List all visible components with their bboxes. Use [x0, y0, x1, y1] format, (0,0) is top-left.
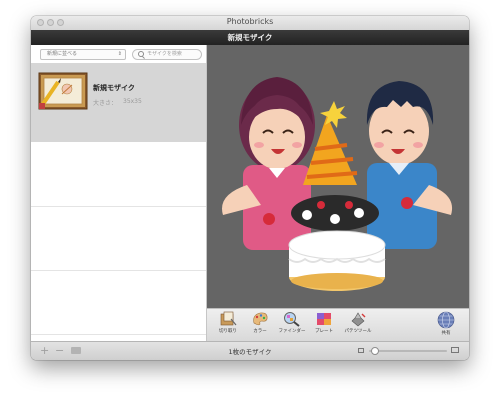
status-bar: + − 1枚のモザイク — [31, 341, 469, 360]
list-divider — [31, 270, 206, 271]
zoom-slider[interactable] — [369, 347, 447, 355]
sort-select-label: 新規に並べる — [47, 51, 78, 57]
search-placeholder: モザイクを検索 — [147, 51, 182, 57]
patch-tool-icon — [351, 312, 366, 327]
crop-icon — [220, 311, 237, 326]
chevron-updown-icon: ⇕ — [117, 51, 122, 57]
window-title: Photobricks — [226, 17, 274, 26]
list-divider — [31, 206, 206, 207]
share-globe-icon — [437, 311, 455, 329]
plate-button[interactable]: プレート — [311, 311, 337, 340]
color-button[interactable]: カラー — [247, 311, 273, 340]
document-title: 新規モザイク — [227, 33, 273, 42]
mosaic-size-label: 大きさ： — [93, 100, 118, 107]
mosaic-canvas[interactable] — [207, 45, 469, 308]
search-icon — [138, 51, 144, 57]
mosaic-list-item[interactable]: 新規モザイク 大きさ： 35x35 — [31, 63, 206, 142]
share-button-label: 共有 — [441, 331, 451, 336]
mosaic-name: 新規モザイク — [93, 84, 135, 92]
finder-button[interactable]: ファインダー — [277, 311, 307, 340]
plate-icon — [317, 313, 331, 325]
app-window: Photobricks 新規モザイク 新規に並べる ⇕ モザイクを検索 新規モザ… — [31, 16, 469, 360]
mosaic-thumbnail-icon — [38, 72, 88, 110]
zoom-in-icon[interactable] — [451, 347, 459, 353]
list-divider — [31, 334, 206, 335]
document-title-bar: 新規モザイク — [31, 30, 469, 45]
finder-button-label: ファインダー — [278, 329, 306, 334]
search-field[interactable]: モザイクを検索 — [132, 49, 202, 60]
color-palette-icon — [253, 312, 268, 326]
zoom-out-icon[interactable] — [358, 348, 364, 353]
share-button[interactable]: 共有 — [433, 311, 459, 340]
patch-tool-button-label: パテツツール — [344, 329, 372, 334]
finder-icon — [284, 312, 300, 327]
crop-button[interactable]: 切り取り — [215, 311, 241, 340]
color-button-label: カラー — [253, 329, 267, 334]
mosaic-preview-image — [222, 77, 453, 291]
patch-tool-button[interactable]: パテツツール — [341, 311, 375, 340]
crop-button-label: 切り取り — [219, 329, 237, 334]
mosaic-size-value: 35x35 — [123, 98, 142, 105]
tool-bar: 切り取り カラー ファインダー プレート パテツツール 共有 — [207, 308, 469, 341]
title-bar: Photobricks — [31, 16, 469, 30]
plate-button-label: プレート — [315, 329, 333, 334]
sort-select[interactable]: 新規に並べる ⇕ — [40, 49, 126, 60]
mosaic-sidebar: 新規に並べる ⇕ モザイクを検索 新規モザイク 大きさ： 35x35 — [31, 45, 207, 341]
